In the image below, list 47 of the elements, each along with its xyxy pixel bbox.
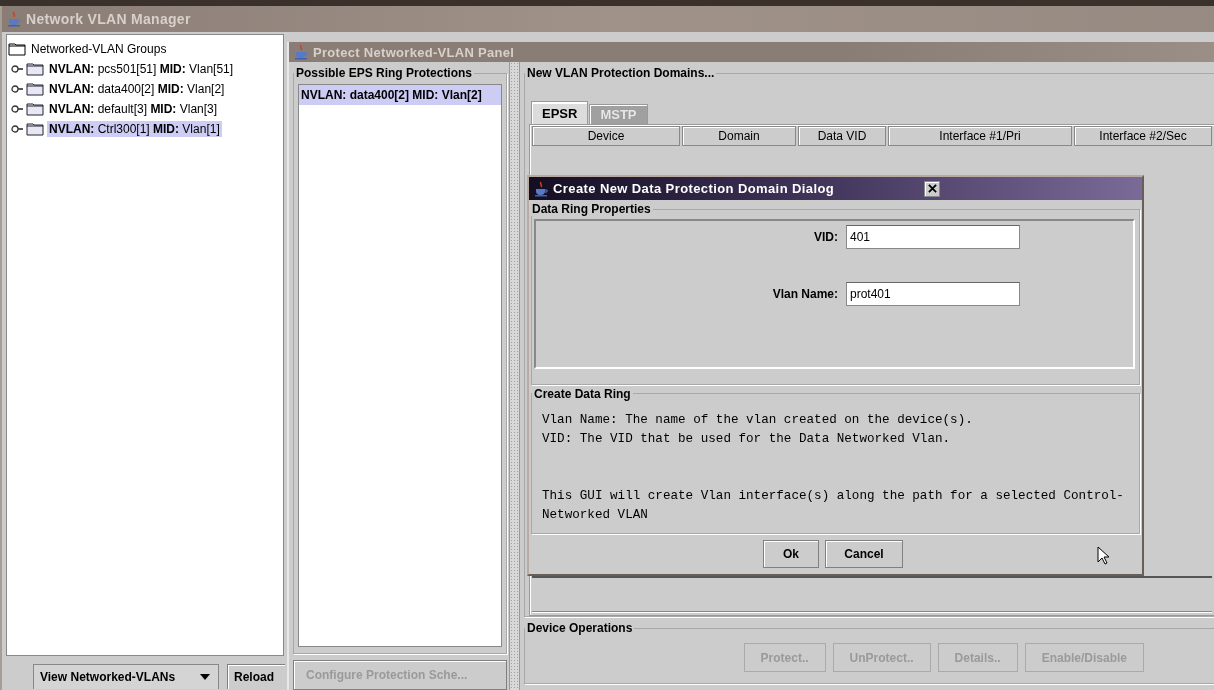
java-cup-icon: [6, 11, 22, 27]
folder-icon: [26, 102, 44, 116]
dialog-button[interactable]: Ok: [763, 540, 819, 568]
group-title: Device Operations: [525, 621, 635, 636]
window-title: Network VLAN Manager: [26, 11, 191, 27]
group-title: Possible EPS Ring Protections: [294, 66, 475, 80]
mouse-pointer-icon: [1097, 546, 1109, 565]
description-line: VID: The VID that be used for the Data Networked Vlan.: [542, 430, 952, 448]
column-header[interactable]: Device: [532, 126, 680, 146]
column-header[interactable]: Interface #2/Sec: [1074, 126, 1212, 146]
expand-handle-icon[interactable]: [11, 84, 23, 94]
group-title: Data Ring Properties: [530, 202, 653, 216]
group-title: Create Data Ring: [532, 386, 633, 401]
input-field[interactable]: 401: [846, 225, 1020, 249]
field-label: Vlan Name:: [771, 287, 838, 301]
tree-label[interactable]: Networked-VLAN Groups: [29, 41, 169, 57]
description-line: Vlan Name: The name of the vlan created on the device(s).: [542, 411, 974, 429]
description-line: Networked VLAN: [542, 506, 649, 524]
column-header[interactable]: Data VID: [798, 126, 886, 146]
tab[interactable]: EPSR: [531, 101, 589, 124]
dialog-title: Create New Data Protection Domain Dialog: [553, 181, 835, 196]
column-header[interactable]: Domain: [682, 126, 796, 146]
reload-button[interactable]: Reload: [227, 664, 285, 689]
column-header[interactable]: Interface #1/Pri: [888, 126, 1072, 146]
view-dropdown[interactable]: View Networked-VLANs: [33, 664, 219, 689]
expand-handle-icon[interactable]: [11, 104, 23, 114]
folder-icon: [26, 82, 44, 96]
folder-icon: [26, 122, 44, 136]
dialog-button[interactable]: Cancel: [825, 540, 903, 568]
folder-icon: [26, 62, 44, 76]
expand-handle-icon[interactable]: [11, 64, 23, 74]
group-title: New VLAN Protection Domains...: [525, 66, 717, 80]
field-label: VID:: [813, 230, 838, 244]
list-item[interactable]: NVLAN: data400[2] MID: Vlan[2]: [299, 85, 501, 105]
tree-item[interactable]: NVLAN: default[3] MID: Vlan[3]: [47, 101, 220, 117]
description-line: This GUI will create Vlan interface(s) along the path for a selected Control-: [542, 487, 1125, 505]
java-cup-icon: [533, 180, 549, 197]
close-icon[interactable]: [924, 180, 940, 197]
expand-handle-icon[interactable]: [11, 124, 23, 134]
tree-item[interactable]: NVLAN: Ctrl300[1] MID: Vlan[1]: [47, 121, 222, 137]
input-field[interactable]: prot401: [846, 282, 1020, 306]
window-title: Protect Networked-VLAN Panel: [313, 44, 515, 60]
caret-icon: [200, 674, 210, 680]
tree-item[interactable]: NVLAN: data400[2] MID: Vlan[2]: [47, 81, 227, 97]
tree-item[interactable]: NVLAN: pcs501[51] MID: Vlan[51]: [47, 61, 236, 77]
splitter-handle[interactable]: [509, 62, 520, 690]
java-cup-icon: [293, 44, 309, 60]
